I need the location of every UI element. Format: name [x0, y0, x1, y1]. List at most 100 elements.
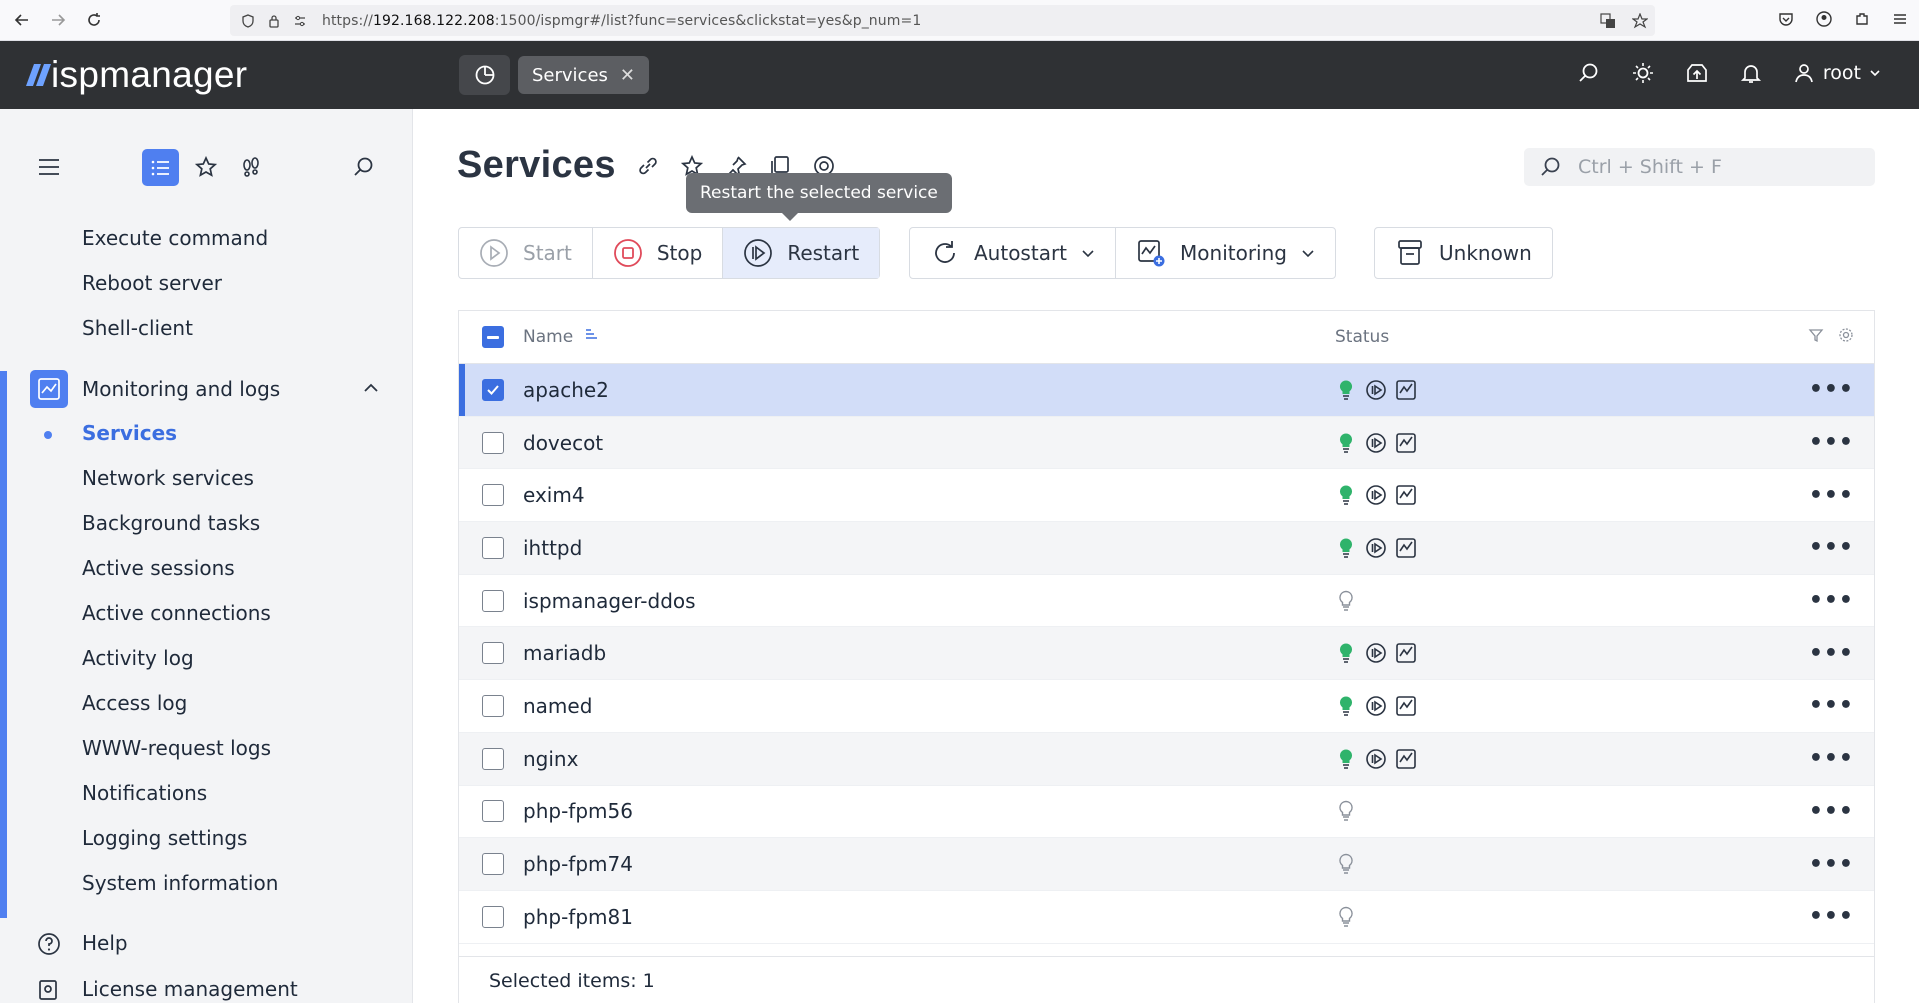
pocket-icon[interactable] — [1777, 10, 1795, 28]
extensions-icon[interactable] — [1853, 10, 1871, 28]
table-search[interactable] — [1524, 148, 1875, 186]
upload-icon[interactable] — [1685, 61, 1709, 85]
sidebar-item-reboot-server[interactable]: Reboot server — [82, 271, 222, 295]
more-actions-icon[interactable]: ••• — [1809, 430, 1854, 455]
table-row[interactable]: ihttpd ••• — [459, 522, 1874, 575]
status-icons — [1335, 379, 1417, 401]
more-actions-icon[interactable]: ••• — [1809, 746, 1854, 771]
more-actions-icon[interactable]: ••• — [1809, 852, 1854, 877]
row-checkbox[interactable] — [482, 747, 504, 770]
search-icon — [1540, 156, 1566, 178]
address-bar[interactable]: https://192.168.122.208:1500/ispmgr#/lis… — [230, 5, 1655, 36]
start-button[interactable]: Start — [459, 228, 593, 278]
row-checkbox[interactable] — [482, 694, 504, 717]
row-checkbox[interactable] — [482, 642, 504, 665]
row-checkbox[interactable] — [482, 905, 504, 928]
favorites-star-icon[interactable] — [190, 151, 222, 183]
more-actions-icon[interactable]: ••• — [1809, 377, 1854, 402]
row-checkbox[interactable] — [482, 484, 504, 507]
chevron-down-icon — [1869, 62, 1881, 84]
autostart-status-icon — [1365, 484, 1387, 506]
sidebar-item-notifications[interactable]: Notifications — [82, 781, 207, 805]
more-actions-icon[interactable]: ••• — [1809, 483, 1854, 508]
more-actions-icon[interactable]: ••• — [1809, 535, 1854, 560]
bulb-on-icon — [1335, 379, 1357, 401]
bell-icon[interactable] — [1739, 61, 1763, 85]
search-icon[interactable] — [1577, 61, 1601, 85]
table-row[interactable]: apache2 ••• — [459, 364, 1874, 417]
unknown-button[interactable]: Unknown — [1375, 228, 1552, 278]
restart-label: Restart — [787, 241, 860, 265]
footprints-icon[interactable] — [235, 151, 267, 183]
table-row[interactable]: named ••• — [459, 680, 1874, 733]
bookmark-star-icon[interactable] — [1631, 12, 1649, 30]
table-row[interactable]: php-fpm56 ••• — [459, 786, 1874, 839]
monitoring-dropdown[interactable]: Monitoring — [1116, 228, 1335, 278]
sidebar-item-shell-client[interactable]: Shell-client — [82, 316, 193, 340]
link-icon[interactable] — [636, 154, 660, 178]
table-row[interactable]: dovecot ••• — [459, 416, 1874, 470]
sidebar-item-active-sessions[interactable]: Active sessions — [82, 556, 235, 580]
table-row[interactable]: exim4 ••• — [459, 469, 1874, 523]
column-header-name[interactable]: Name — [523, 327, 573, 347]
account-icon[interactable] — [1815, 10, 1833, 28]
sidebar-item-access-log[interactable]: Access log — [82, 691, 187, 715]
sidebar-item-execute-command[interactable]: Execute command — [82, 226, 268, 250]
row-checkbox[interactable] — [482, 431, 504, 454]
list-view-icon[interactable] — [142, 149, 179, 186]
back-icon[interactable] — [8, 6, 36, 34]
table-row[interactable]: mariadb ••• — [459, 627, 1874, 681]
select-all-checkbox[interactable] — [482, 326, 504, 348]
reload-icon[interactable] — [80, 6, 108, 34]
service-name: exim4 — [523, 483, 585, 508]
hamburger-icon[interactable] — [33, 151, 65, 183]
sidebar-item-active-connections[interactable]: Active connections — [82, 601, 271, 625]
filter-icon[interactable] — [1808, 327, 1824, 347]
logo[interactable]: ispmanager — [25, 54, 247, 96]
table-row[interactable]: ispmanager-ddos ••• — [459, 575, 1874, 628]
row-checkbox[interactable] — [482, 589, 504, 612]
restart-button[interactable]: Restart — [723, 228, 880, 278]
sidebar-group-monitoring[interactable]: Monitoring and logs — [30, 370, 380, 408]
close-icon[interactable]: ✕ — [620, 65, 635, 86]
sidebar-item-logging-settings[interactable]: Logging settings — [82, 826, 247, 850]
chevron-up-icon[interactable] — [362, 379, 380, 401]
more-actions-icon[interactable]: ••• — [1809, 904, 1854, 929]
table-row[interactable]: php-fpm81 ••• — [459, 891, 1874, 944]
translate-icon[interactable] — [1599, 12, 1617, 30]
dashboard-button[interactable] — [459, 55, 510, 95]
stop-button[interactable]: Stop — [593, 228, 724, 278]
stop-icon — [613, 238, 643, 268]
sidebar-item-background-tasks[interactable]: Background tasks — [82, 511, 260, 535]
sidebar-item-network-services[interactable]: Network services — [82, 466, 254, 490]
sidebar-item-activity-log[interactable]: Activity log — [82, 646, 194, 670]
open-tab-services[interactable]: Services ✕ — [518, 56, 649, 94]
row-checkbox[interactable] — [482, 378, 504, 401]
row-checkbox[interactable] — [482, 853, 504, 876]
sidebar-item-license-management[interactable]: License management — [82, 977, 298, 1001]
unknown-label: Unknown — [1439, 241, 1532, 265]
more-actions-icon[interactable]: ••• — [1809, 588, 1854, 613]
sidebar-item-help[interactable]: Help — [82, 931, 128, 955]
menu-icon[interactable] — [1891, 10, 1909, 28]
sidebar-search-icon[interactable] — [348, 151, 380, 183]
search-input[interactable] — [1578, 156, 1868, 178]
table-row[interactable]: nginx ••• — [459, 732, 1874, 786]
theme-sun-icon[interactable] — [1631, 61, 1655, 85]
sidebar-item-www-request-logs[interactable]: WWW-request logs — [82, 736, 271, 760]
forward-icon[interactable] — [44, 6, 72, 34]
table-row[interactable]: php-fpm74 ••• — [459, 838, 1874, 891]
sidebar-item-services[interactable]: Services — [82, 421, 177, 445]
browser-toolbar: https://192.168.122.208:1500/ispmgr#/lis… — [0, 0, 1919, 41]
more-actions-icon[interactable]: ••• — [1809, 641, 1854, 666]
column-header-status[interactable]: Status — [1335, 327, 1389, 347]
more-actions-icon[interactable]: ••• — [1809, 693, 1854, 718]
autostart-dropdown[interactable]: Autostart — [910, 228, 1117, 278]
sort-icon[interactable] — [583, 327, 599, 348]
row-checkbox[interactable] — [482, 800, 504, 823]
user-menu[interactable]: root — [1793, 62, 1881, 84]
sidebar-item-system-information[interactable]: System information — [82, 871, 278, 895]
more-actions-icon[interactable]: ••• — [1809, 799, 1854, 824]
row-checkbox[interactable] — [482, 536, 504, 559]
column-settings-gear-icon[interactable] — [1838, 327, 1854, 347]
